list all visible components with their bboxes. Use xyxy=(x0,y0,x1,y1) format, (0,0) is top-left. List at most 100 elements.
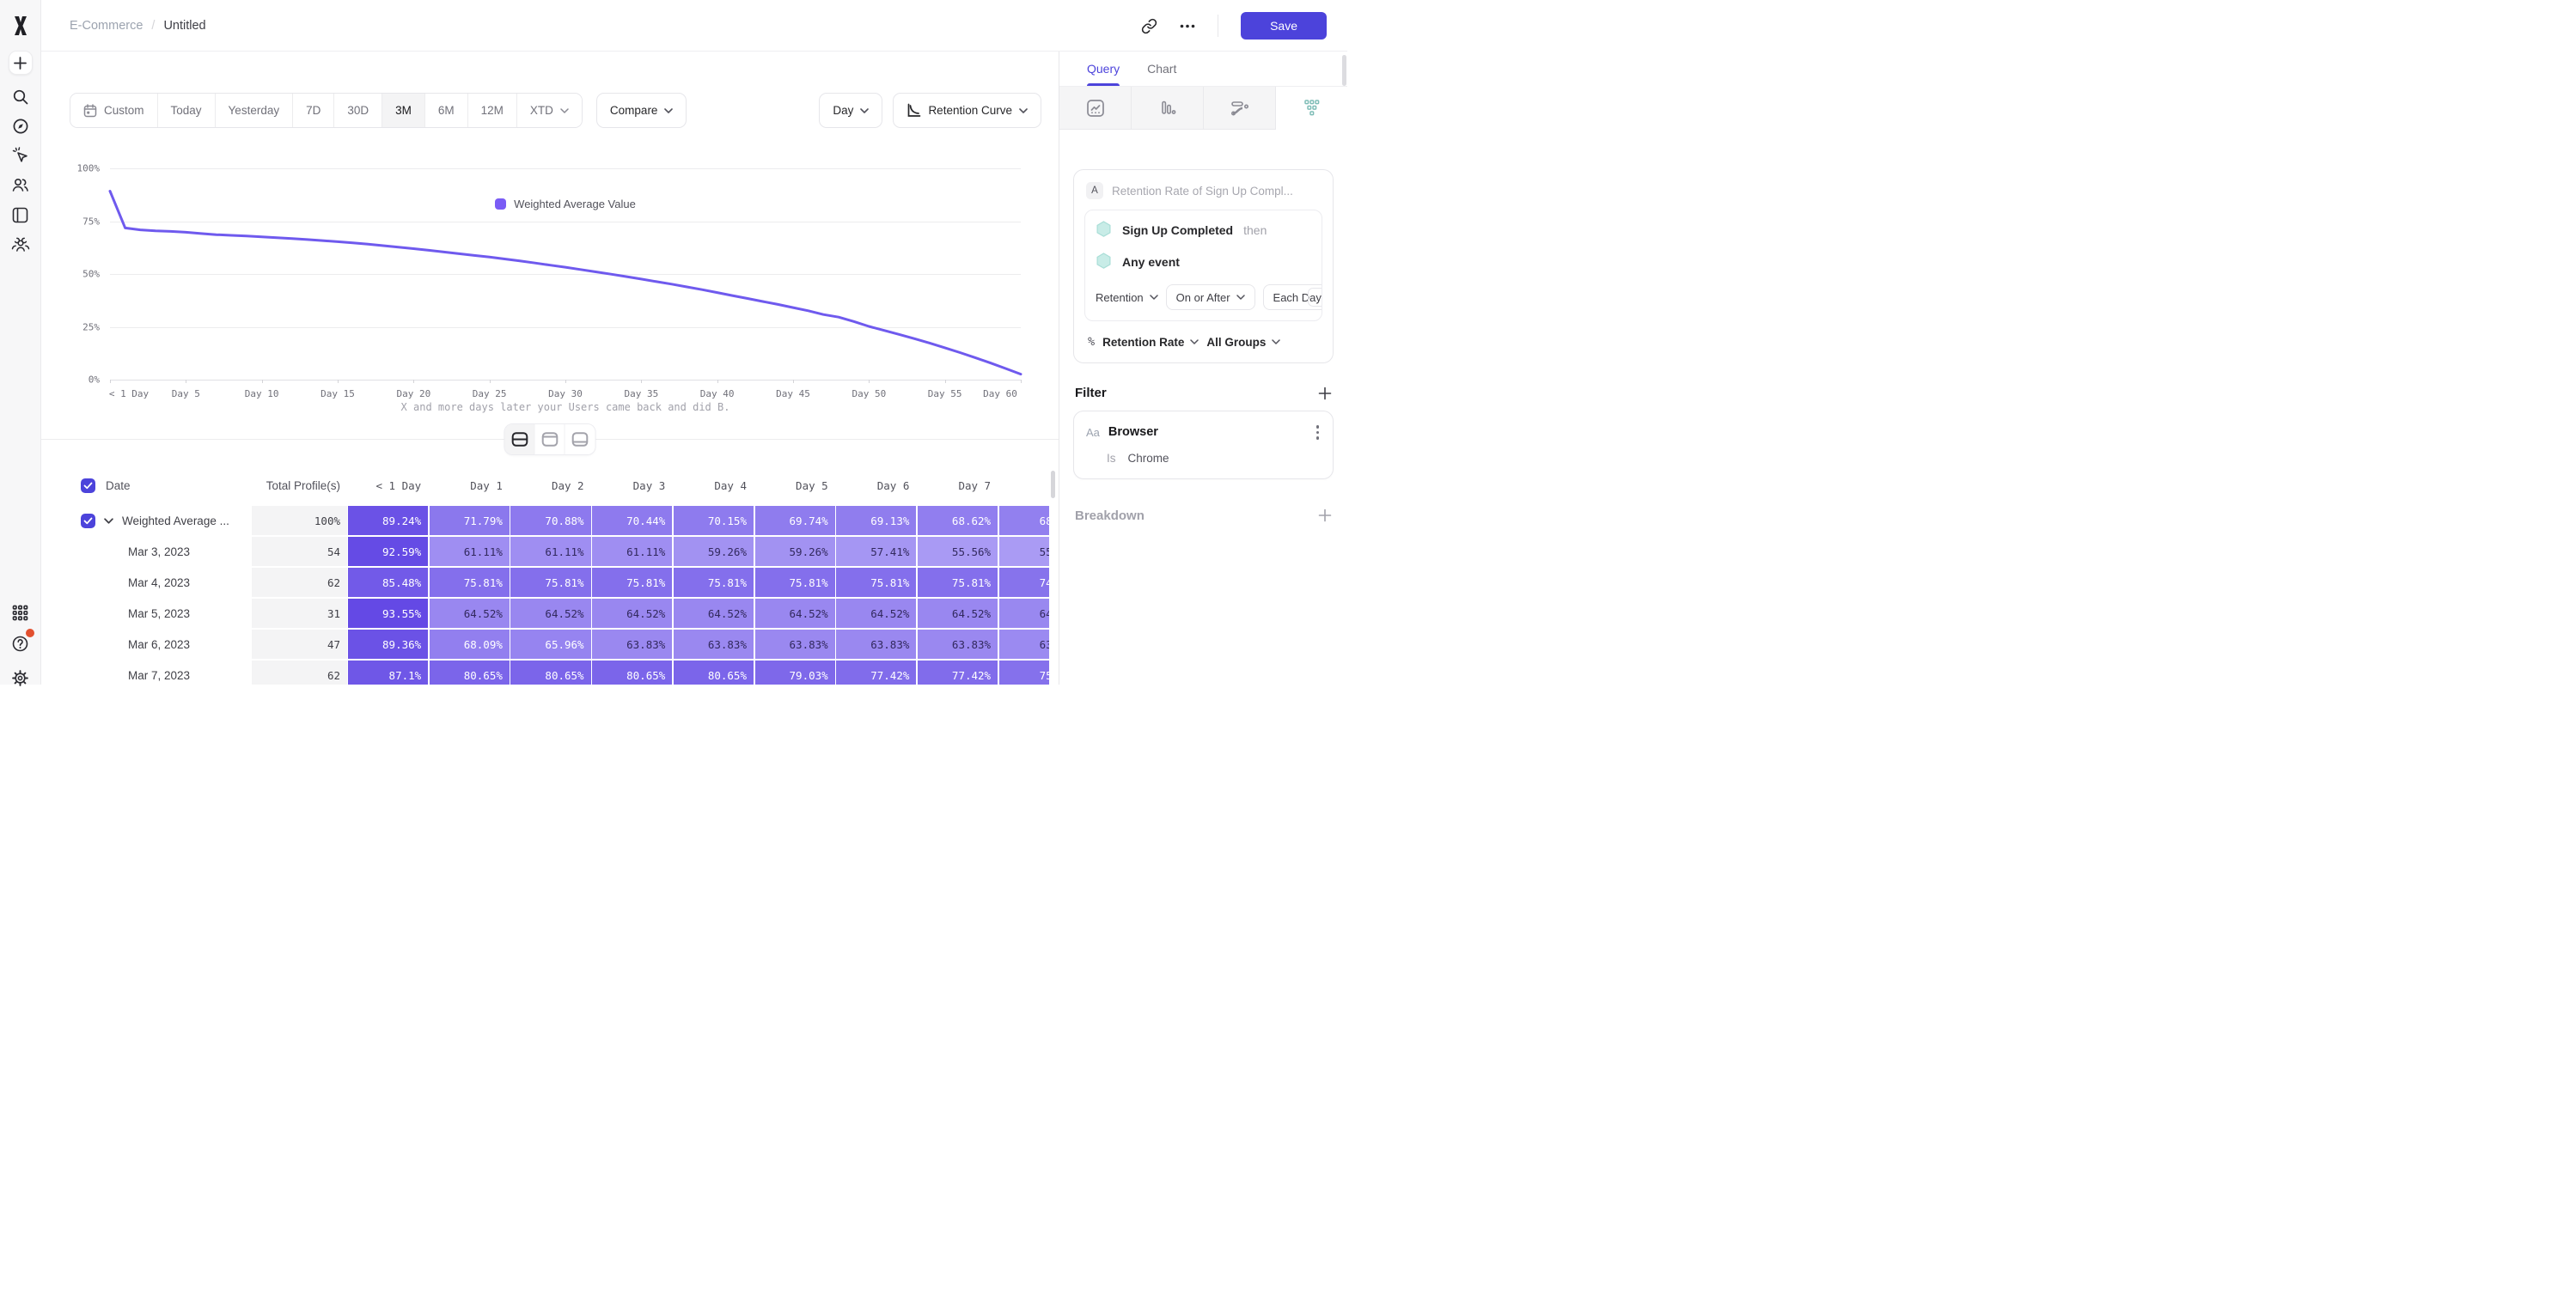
retention-value-cell[interactable]: 59.26% xyxy=(755,537,835,566)
retention-value-cell[interactable]: 75.81% xyxy=(674,568,754,597)
line-chart-tab-icon[interactable] xyxy=(1059,87,1132,130)
retention-value-cell[interactable]: 79.03% xyxy=(755,661,835,685)
retention-value-cell[interactable]: 63.83% xyxy=(755,630,835,659)
retention-value-cell[interactable]: 92.59% xyxy=(348,537,428,566)
retention-value-cell[interactable]: 70.88% xyxy=(510,506,590,535)
retention-grid-tab-icon[interactable] xyxy=(1276,87,1347,130)
settings-gear-icon[interactable] xyxy=(9,666,33,690)
expand-chevron-icon[interactable] xyxy=(104,518,113,524)
retention-value-cell-clipped[interactable]: 68 xyxy=(999,506,1049,535)
breadcrumb-parent[interactable]: E-Commerce xyxy=(70,19,143,33)
page-scrollbar[interactable] xyxy=(1342,55,1346,86)
retention-value-cell[interactable]: 64.52% xyxy=(918,599,998,628)
retention-value-cell[interactable]: 69.74% xyxy=(755,506,835,535)
event-row-return[interactable]: Any event xyxy=(1096,253,1311,271)
row-checkbox[interactable] xyxy=(81,514,95,528)
retention-value-cell[interactable]: 68.09% xyxy=(430,630,510,659)
filter-item-card[interactable]: Aa Browser Is Chrome xyxy=(1073,411,1334,479)
chart-type-dropdown[interactable]: Retention Curve xyxy=(893,93,1041,128)
retention-value-cell[interactable]: 80.65% xyxy=(592,661,672,685)
measure-dropdown[interactable]: Retention Rate xyxy=(1102,336,1199,349)
on-or-after-dropdown[interactable]: On or After xyxy=(1166,284,1255,310)
retention-value-cell[interactable]: 65.96% xyxy=(510,630,590,659)
share-link-icon[interactable] xyxy=(1141,18,1157,34)
retention-value-cell-clipped[interactable]: 64 xyxy=(999,599,1049,628)
retention-value-cell[interactable]: 63.83% xyxy=(836,630,916,659)
retention-value-cell[interactable]: 61.11% xyxy=(592,537,672,566)
retention-value-cell[interactable]: 63.83% xyxy=(674,630,754,659)
retention-value-cell[interactable]: 80.65% xyxy=(430,661,510,685)
retention-value-cell-clipped[interactable]: 74 xyxy=(999,568,1049,597)
range-3m[interactable]: 3M xyxy=(382,94,425,127)
retention-value-cell[interactable]: 75.81% xyxy=(918,568,998,597)
retention-value-cell-clipped[interactable]: 55 xyxy=(999,537,1049,566)
row-checkbox[interactable] xyxy=(81,478,95,493)
range-yesterday[interactable]: Yesterday xyxy=(216,94,294,127)
range-6m[interactable]: 6M xyxy=(425,94,468,127)
retention-value-cell[interactable]: 61.11% xyxy=(510,537,590,566)
retention-value-cell[interactable]: 75.81% xyxy=(755,568,835,597)
retention-line-series[interactable] xyxy=(110,168,1021,380)
retention-value-cell[interactable]: 57.41% xyxy=(836,537,916,566)
events-cursor-icon[interactable] xyxy=(9,143,33,167)
cohorts-icon[interactable] xyxy=(9,233,33,257)
retention-value-cell[interactable]: 64.52% xyxy=(430,599,510,628)
event-row-first[interactable]: Sign Up Completed then xyxy=(1096,221,1311,239)
new-report-button[interactable] xyxy=(9,51,33,75)
retention-value-cell[interactable]: 89.36% xyxy=(348,630,428,659)
retention-value-cell[interactable]: 77.42% xyxy=(836,661,916,685)
tab-chart[interactable]: Chart xyxy=(1147,52,1176,86)
filter-kebab-menu-icon[interactable] xyxy=(1315,423,1322,441)
retention-value-cell[interactable]: 80.65% xyxy=(674,661,754,685)
bar-chart-tab-icon[interactable] xyxy=(1132,87,1204,130)
retention-value-cell[interactable]: 64.52% xyxy=(510,599,590,628)
library-icon[interactable] xyxy=(9,203,33,227)
range-today[interactable]: Today xyxy=(158,94,216,127)
table-only-toggle[interactable] xyxy=(565,424,595,454)
retention-value-cell[interactable]: 61.11% xyxy=(430,537,510,566)
range-xtd[interactable]: XTD xyxy=(517,94,582,127)
breadcrumb-current[interactable]: Untitled xyxy=(163,19,205,33)
more-options-icon[interactable] xyxy=(1180,24,1195,28)
range-30d[interactable]: 30D xyxy=(334,94,382,127)
retention-value-cell[interactable]: 69.13% xyxy=(836,506,916,535)
explore-compass-icon[interactable] xyxy=(9,114,33,138)
range-7d[interactable]: 7D xyxy=(293,94,334,127)
retention-value-cell[interactable]: 70.15% xyxy=(674,506,754,535)
filter-property[interactable]: Browser xyxy=(1108,425,1306,439)
filter-operator[interactable]: Is xyxy=(1107,452,1116,465)
retention-value-cell[interactable]: 75.81% xyxy=(430,568,510,597)
compare-button[interactable]: Compare xyxy=(596,93,687,128)
add-breakdown-button[interactable] xyxy=(1318,508,1332,522)
retention-value-cell[interactable]: 89.24% xyxy=(348,506,428,535)
flows-tab-icon[interactable] xyxy=(1204,87,1276,130)
apps-grid-icon[interactable] xyxy=(9,600,33,624)
groups-dropdown[interactable]: All Groups xyxy=(1206,336,1280,349)
retention-value-cell[interactable]: 85.48% xyxy=(348,568,428,597)
retention-value-cell[interactable]: 75.81% xyxy=(510,568,590,597)
split-view-toggle[interactable] xyxy=(505,424,535,454)
retention-value-cell[interactable]: 64.52% xyxy=(755,599,835,628)
granularity-dropdown[interactable]: Day xyxy=(819,93,882,128)
retention-value-cell-clipped[interactable]: 75 xyxy=(999,661,1049,685)
add-filter-button[interactable] xyxy=(1318,387,1332,400)
range-custom[interactable]: Custom xyxy=(70,94,158,127)
retention-value-cell-clipped[interactable]: 63 xyxy=(999,630,1049,659)
filter-value[interactable]: Chrome xyxy=(1128,452,1169,465)
retention-mode-dropdown[interactable]: Retention xyxy=(1096,291,1158,304)
help-icon[interactable] xyxy=(9,631,33,655)
users-icon[interactable] xyxy=(9,173,33,197)
retention-value-cell[interactable]: 64.52% xyxy=(674,599,754,628)
retention-value-cell[interactable]: 64.52% xyxy=(592,599,672,628)
table-scrollbar[interactable] xyxy=(1051,471,1055,498)
search-icon[interactable] xyxy=(9,85,33,109)
retention-value-cell[interactable]: 87.1% xyxy=(348,661,428,685)
retention-value-cell[interactable]: 71.79% xyxy=(430,506,510,535)
retention-value-cell[interactable]: 93.55% xyxy=(348,599,428,628)
query-title[interactable]: Retention Rate of Sign Up Compl... xyxy=(1112,185,1293,198)
retention-value-cell[interactable]: 55.56% xyxy=(918,537,998,566)
retention-value-cell[interactable]: 75.81% xyxy=(592,568,672,597)
retention-value-cell[interactable]: 59.26% xyxy=(674,537,754,566)
retention-value-cell[interactable]: 75.81% xyxy=(836,568,916,597)
tab-query[interactable]: Query xyxy=(1087,52,1120,86)
